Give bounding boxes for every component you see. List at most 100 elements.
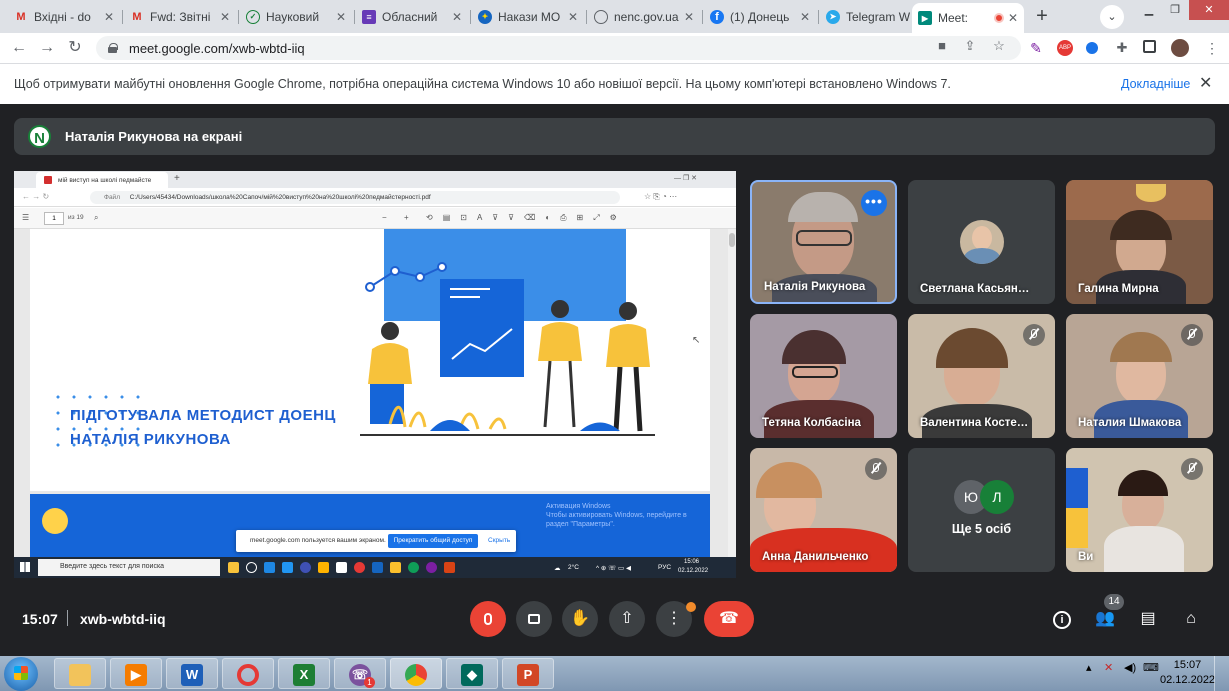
people-count-badge: 14 <box>1104 594 1124 610</box>
cursor-icon: ↖ <box>692 335 701 346</box>
volume-icon[interactable]: ◀) <box>1124 661 1136 674</box>
window-close-button[interactable]: ✕ <box>1189 0 1229 20</box>
taskbar-chrome[interactable] <box>390 658 442 689</box>
taskbar-viber[interactable]: ☏ 1 <box>334 658 386 689</box>
participant-tile[interactable]: Анна Данильченко <box>750 448 897 572</box>
close-icon[interactable]: ✕ <box>104 10 114 24</box>
tab-title: Fwd: Звітні <box>150 9 211 24</box>
participant-tile[interactable]: Наталия Шмакова <box>1066 314 1213 438</box>
leave-call-button[interactable]: ☎ <box>704 601 754 637</box>
participant-tile[interactable]: ••• Наталія Рикунова <box>750 180 897 304</box>
shared-tab-title: мій виступ на школі педмайсте <box>58 177 152 184</box>
close-icon[interactable]: ✕ <box>1199 73 1212 93</box>
chat-button[interactable]: ▤ <box>1137 608 1159 630</box>
info-icon: i <box>1053 611 1071 629</box>
close-icon[interactable]: ✕ <box>452 10 462 24</box>
taskbar-powerpoint[interactable]: P <box>502 658 554 689</box>
taskbar-opera[interactable] <box>222 658 274 689</box>
taskbar-excel[interactable]: X <box>278 658 330 689</box>
pdf-icon <box>44 176 52 184</box>
taskbar-explorer[interactable] <box>54 658 106 689</box>
share-icon[interactable]: ⇪ <box>962 38 978 54</box>
tab-title: Telegram W <box>846 9 911 24</box>
url-text: meet.google.com/xwb-wbtd-iiq <box>129 40 305 56</box>
tab-nakazy[interactable]: ✦ Накази МО ✕ <box>472 3 584 30</box>
mic-toggle-button[interactable] <box>470 601 506 637</box>
close-icon[interactable]: ✕ <box>568 10 578 24</box>
presenter-text: Наталія Рикунова на екрані <box>65 129 243 144</box>
tab-nenc[interactable]: nenc.gov.ua ✕ <box>588 3 700 30</box>
participant-tile[interactable]: Галина Мирна <box>1066 180 1213 304</box>
system-clock[interactable]: 15:07 02.12.2022 <box>1160 658 1215 688</box>
close-icon[interactable]: ✕ <box>684 10 694 24</box>
more-options-icon[interactable]: ••• <box>861 190 887 216</box>
keyboard-layout-icon[interactable]: ⌨ <box>1143 661 1159 674</box>
participant-tile[interactable]: Валентина Косте… <box>908 314 1055 438</box>
tab-facebook[interactable]: f (1) Донець ✕ <box>704 3 816 30</box>
shared-tab: мій виступ на школі педмайсте <box>36 172 168 188</box>
activities-button[interactable]: ⌂ <box>1180 608 1202 630</box>
raise-hand-button[interactable]: ✋ <box>562 601 598 637</box>
close-icon[interactable]: ✕ <box>800 10 810 24</box>
lock-icon <box>108 43 118 53</box>
meeting-code: xwb-wbtd-iiq <box>80 611 166 627</box>
present-button[interactable]: ⇧ <box>609 601 645 637</box>
dots-decor <box>50 389 140 459</box>
tab-naukovyi[interactable]: ✓ Науковий ✕ <box>240 3 352 30</box>
activation-watermark: Активация Windows Чтобы активировать Win… <box>546 502 687 529</box>
windows-start-button[interactable] <box>4 657 38 691</box>
show-desktop-button[interactable] <box>1214 656 1229 691</box>
camera-icon[interactable]: ■ <box>934 38 950 53</box>
bookmark-star-icon[interactable]: ☆ <box>991 38 1007 54</box>
folder-icon <box>318 562 329 573</box>
edge-icon <box>264 562 275 573</box>
tab-title: Вхідні - do <box>34 9 91 24</box>
omnibox[interactable]: meet.google.com/xwb-wbtd-iiq <box>96 36 1021 60</box>
folder-icon <box>69 664 91 686</box>
taskbar-media-player[interactable]: ▶ <box>110 658 162 689</box>
taskbar-word[interactable]: W <box>166 658 218 689</box>
people-button[interactable]: 👥 <box>1094 608 1116 630</box>
slide-illustration <box>360 262 655 436</box>
clock-date: 02.12.2022 <box>1160 674 1216 686</box>
zoom-out-icon: − <box>382 213 387 222</box>
taskbar-app[interactable]: ◆ <box>446 658 498 689</box>
back-button[interactable]: ← <box>8 37 30 59</box>
tab-gmail-fwd[interactable]: M Fwd: Звітні ✕ <box>124 3 236 30</box>
tab-gmail-inbox[interactable]: M Вхідні - do ✕ <box>8 3 120 30</box>
restore-button[interactable]: ❐ <box>1162 0 1188 20</box>
menu-icon[interactable]: ⋮ <box>1204 40 1220 56</box>
muted-mic-icon <box>1181 324 1203 346</box>
close-icon[interactable]: ✕ <box>1008 11 1018 25</box>
extension-circle-icon[interactable] <box>1086 42 1098 54</box>
tray-arrow-icon[interactable]: ▴ <box>1086 661 1092 674</box>
reload-button[interactable]: ↻ <box>64 37 86 59</box>
new-tab-button[interactable]: + <box>1030 5 1054 29</box>
pen-extension-icon[interactable]: ✎ <box>1028 40 1044 56</box>
close-icon[interactable]: ✕ <box>220 10 230 24</box>
meeting-info-button[interactable]: i <box>1051 608 1073 630</box>
sidebar-icon[interactable] <box>1143 40 1156 53</box>
camera-toggle-button[interactable] <box>516 601 552 637</box>
close-icon[interactable]: ✕ <box>336 10 346 24</box>
tab-search-button[interactable]: ⌄ <box>1100 5 1124 29</box>
participant-name: Галина Мирна <box>1078 283 1159 295</box>
pdf-page-2: Активация Windows Чтобы активировать Win… <box>30 494 710 564</box>
tab-meet[interactable]: ▶ Meet: ✕ <box>912 3 1024 33</box>
participant-tile[interactable]: Светлана Касьян… <box>908 180 1055 304</box>
adblock-icon[interactable]: ABP <box>1057 40 1073 56</box>
pdf-toolbar: ☰ 1 из 19 ⌕ − + ⟲▤⊡A⊽⊽⌫◐⎙⊞⤢⚙ <box>14 208 736 229</box>
profile-avatar[interactable] <box>1171 39 1189 57</box>
hang-up-icon: ☎ <box>719 610 739 627</box>
minimize-button[interactable]: ▁ <box>1136 0 1162 20</box>
telegram-icon: ➤ <box>826 9 840 24</box>
puzzle-icon[interactable]: ✚ <box>1114 40 1130 56</box>
participant-tile[interactable]: Ю Л Ще 5 осіб <box>908 448 1055 572</box>
learn-more-link[interactable]: Докладніше <box>1121 77 1190 91</box>
forward-button[interactable]: → <box>36 37 58 59</box>
participant-tile[interactable]: Тетяна Колбасіна <box>750 314 897 438</box>
participant-tile[interactable]: Ви <box>1066 448 1213 572</box>
network-icon[interactable]: ✕ <box>1104 661 1113 674</box>
participant-name: Ви <box>1078 551 1094 563</box>
tab-oblasnyi[interactable]: ≡ Обласний ✕ <box>356 3 468 30</box>
